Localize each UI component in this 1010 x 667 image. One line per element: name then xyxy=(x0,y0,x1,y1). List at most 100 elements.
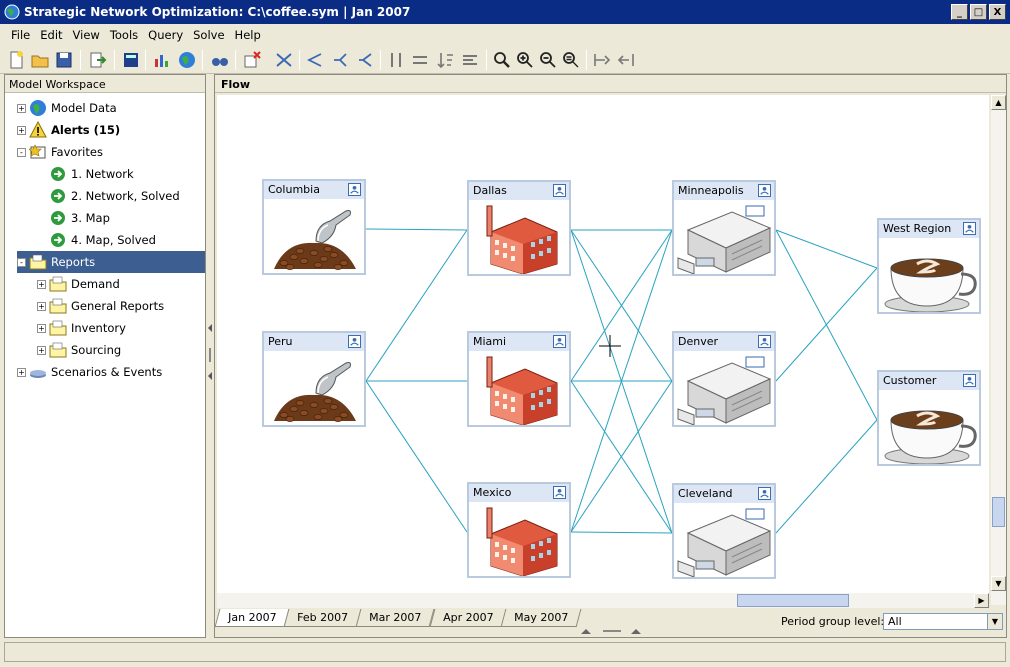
export-icon[interactable] xyxy=(88,50,108,70)
node-miami[interactable]: Miami xyxy=(467,331,571,427)
menu-query[interactable]: Query xyxy=(143,24,188,46)
flow-link[interactable] xyxy=(365,380,468,533)
menu-solve[interactable]: Solve xyxy=(188,24,229,46)
collapse-icon[interactable]: - xyxy=(17,147,26,157)
tree-item-demand[interactable]: + Demand xyxy=(37,273,120,295)
flow-link[interactable] xyxy=(775,267,878,382)
splitter-arrows-icon[interactable] xyxy=(206,322,214,386)
tree-item-alerts-15[interactable]: + Alerts (15) xyxy=(17,119,120,141)
menu-help[interactable]: Help xyxy=(230,24,266,46)
scroll-down-button[interactable]: ▼ xyxy=(991,576,1006,591)
tab-period-mar-2007[interactable]: Mar 2007 xyxy=(356,609,436,627)
expand-icon[interactable] xyxy=(616,50,636,70)
pane-resize-handle-icon[interactable] xyxy=(579,627,645,635)
map-globe-icon[interactable] xyxy=(177,50,197,70)
node-properties-icon[interactable] xyxy=(963,222,976,235)
link-merge-icon[interactable] xyxy=(355,50,375,70)
chart-icon[interactable] xyxy=(152,50,172,70)
find-icon[interactable] xyxy=(210,50,230,70)
zoom-icon[interactable] xyxy=(492,50,512,70)
vertical-scrollbar[interactable]: ▲ ▼ xyxy=(991,95,1006,605)
node-properties-icon[interactable] xyxy=(963,374,976,387)
maximize-button[interactable]: □ xyxy=(970,4,987,20)
tree-item-scenarios-events[interactable]: + Scenarios & Events xyxy=(17,361,162,383)
collapse-icon[interactable] xyxy=(592,50,612,70)
link-branch-icon[interactable] xyxy=(330,50,350,70)
tree-item-model-data[interactable]: + Model Data xyxy=(17,97,117,119)
node-properties-icon[interactable] xyxy=(553,335,566,348)
new-icon[interactable] xyxy=(6,50,26,70)
link-left-icon[interactable] xyxy=(305,50,325,70)
expand-icon[interactable]: + xyxy=(17,125,26,135)
tree-item-1-network[interactable]: 1. Network xyxy=(37,163,134,185)
horizontal-scrollbar[interactable]: ▶ xyxy=(217,593,989,608)
flow-canvas[interactable]: Columbia Peru Dallas Miami Mexico Minneapolis… xyxy=(217,95,989,605)
tree-item-reports[interactable]: - Reports xyxy=(17,251,205,273)
layout-vertical-icon[interactable] xyxy=(386,50,406,70)
menu-edit[interactable]: Edit xyxy=(35,24,67,46)
zoom-out-icon[interactable] xyxy=(538,50,558,70)
node-cleveland[interactable]: Cleveland xyxy=(672,483,776,579)
node-properties-icon[interactable] xyxy=(758,335,771,348)
node-properties-icon[interactable] xyxy=(758,184,771,197)
node-properties-icon[interactable] xyxy=(553,184,566,197)
node-peru[interactable]: Peru xyxy=(262,331,366,427)
pane-splitter[interactable] xyxy=(206,74,214,638)
sort-icon[interactable] xyxy=(435,50,455,70)
calculator-icon[interactable] xyxy=(121,50,141,70)
node-west-region[interactable]: West Region xyxy=(877,218,981,314)
flow-link[interactable] xyxy=(365,229,468,382)
tree-item-general-reports[interactable]: + General Reports xyxy=(37,295,164,317)
expand-icon[interactable]: + xyxy=(37,301,46,311)
delete-node-icon[interactable] xyxy=(242,50,262,70)
node-columbia[interactable]: Columbia xyxy=(262,179,366,275)
node-denver[interactable]: Denver xyxy=(672,331,776,427)
zoom-in-icon[interactable] xyxy=(515,50,535,70)
tree-item-inventory[interactable]: + Inventory xyxy=(37,317,126,339)
menu-view[interactable]: View xyxy=(68,24,105,46)
scroll-right-button[interactable]: ▶ xyxy=(974,593,989,608)
node-mexico[interactable]: Mexico xyxy=(467,482,571,578)
collapse-icon[interactable]: - xyxy=(17,257,26,267)
tab-period-feb-2007[interactable]: Feb 2007 xyxy=(284,609,362,627)
expand-icon[interactable]: + xyxy=(37,279,46,289)
open-icon[interactable] xyxy=(30,50,50,70)
node-minneapolis[interactable]: Minneapolis xyxy=(672,180,776,276)
period-group-select[interactable]: All ▼ xyxy=(883,613,1003,630)
arrange-icon[interactable] xyxy=(274,50,294,70)
zoom-fit-icon[interactable] xyxy=(561,50,581,70)
expand-icon[interactable]: + xyxy=(37,323,46,333)
tree-item-2-network-solved[interactable]: 2. Network, Solved xyxy=(37,185,180,207)
chevron-down-icon[interactable]: ▼ xyxy=(987,614,1002,629)
tab-period-jan-2007[interactable]: Jan 2007 xyxy=(214,609,290,627)
menu-file[interactable]: File xyxy=(6,24,35,46)
horizontal-scroll-thumb[interactable] xyxy=(737,594,849,607)
flow-link[interactable] xyxy=(570,531,673,534)
node-properties-icon[interactable] xyxy=(758,487,771,500)
node-customer[interactable]: Customer xyxy=(877,370,981,466)
tab-period-may-2007[interactable]: May 2007 xyxy=(500,609,582,627)
node-properties-icon[interactable] xyxy=(348,183,361,196)
flow-link[interactable] xyxy=(775,419,878,534)
save-icon[interactable] xyxy=(54,50,74,70)
tree-item-sourcing[interactable]: + Sourcing xyxy=(37,339,121,361)
layout-horizontal-icon[interactable] xyxy=(410,50,430,70)
expand-icon[interactable]: + xyxy=(17,103,26,113)
tree-item-4-map-solved[interactable]: 4. Map, Solved xyxy=(37,229,156,251)
tab-period-apr-2007[interactable]: Apr 2007 xyxy=(429,609,507,627)
node-dallas[interactable]: Dallas xyxy=(467,180,571,276)
align-icon[interactable] xyxy=(460,50,480,70)
vertical-scroll-thumb[interactable] xyxy=(992,497,1005,527)
flow-link[interactable] xyxy=(775,229,878,269)
node-properties-icon[interactable] xyxy=(553,486,566,499)
scroll-up-button[interactable]: ▲ xyxy=(991,95,1006,110)
flow-link[interactable] xyxy=(365,228,468,231)
close-button[interactable]: X xyxy=(989,4,1006,20)
menu-tools[interactable]: Tools xyxy=(105,24,143,46)
expand-icon[interactable]: + xyxy=(37,345,46,355)
minimize-button[interactable]: _ xyxy=(951,4,968,20)
node-properties-icon[interactable] xyxy=(348,335,361,348)
tree-item-favorites[interactable]: - Favorites xyxy=(17,141,103,163)
tree-item-3-map[interactable]: 3. Map xyxy=(37,207,110,229)
expand-icon[interactable]: + xyxy=(17,367,26,377)
